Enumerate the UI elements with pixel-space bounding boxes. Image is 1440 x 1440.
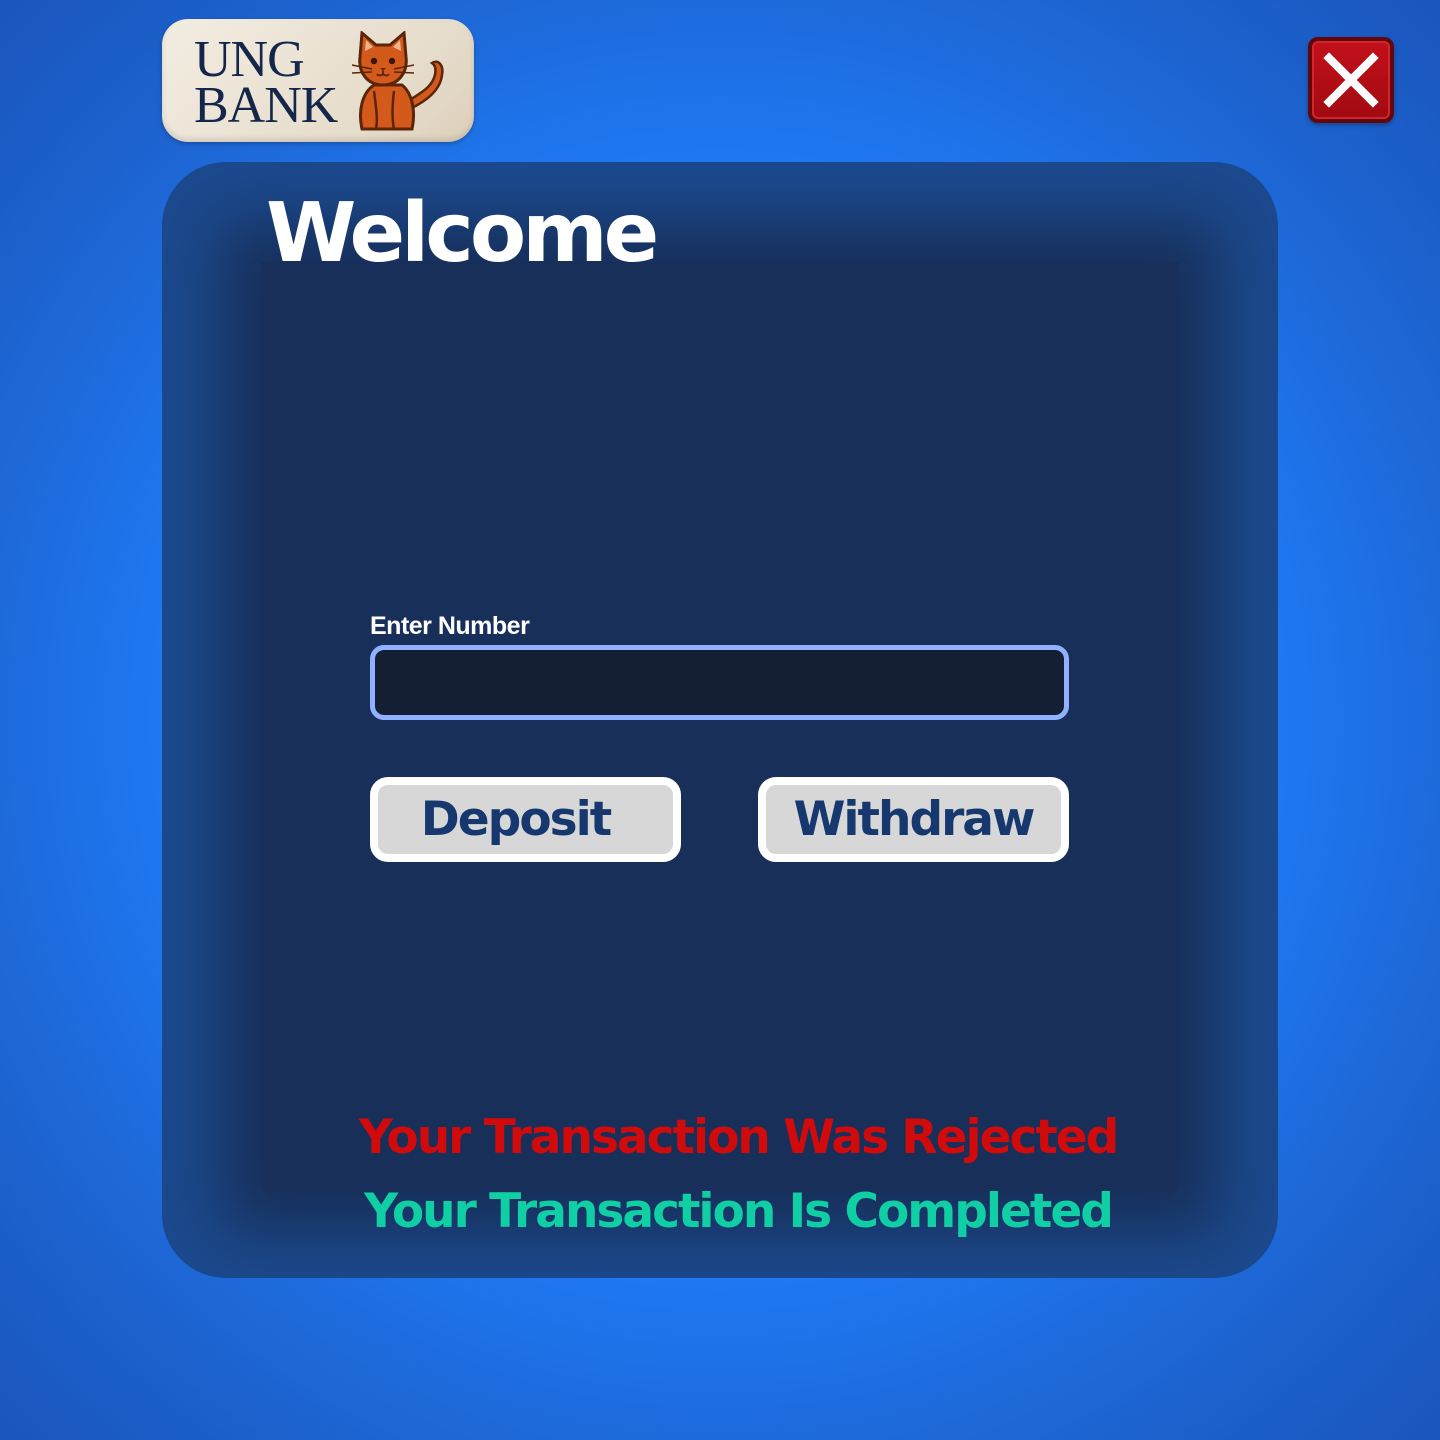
deposit-button[interactable]: Deposit <box>370 777 681 862</box>
logo-wordmark: UNG BANK <box>194 34 338 134</box>
transaction-completed-message: Your Transaction Is Completed <box>364 1184 1114 1239</box>
cat-icon <box>351 31 444 131</box>
panel-inner-area <box>262 262 1178 1192</box>
main-panel: Welcome Enter Number Deposit Withdraw Yo… <box>162 162 1278 1278</box>
close-button[interactable] <box>1308 37 1394 123</box>
close-icon <box>1323 52 1379 108</box>
withdraw-button[interactable]: Withdraw <box>758 777 1069 862</box>
logo-line-2: BANK <box>194 77 338 134</box>
transaction-rejected-message: Your Transaction Was Rejected <box>358 1110 1120 1165</box>
bank-logo: UNG BANK <box>162 19 474 142</box>
number-field-label: Enter Number <box>370 612 530 640</box>
page-title: Welcome <box>266 186 659 281</box>
number-input[interactable] <box>370 645 1069 720</box>
